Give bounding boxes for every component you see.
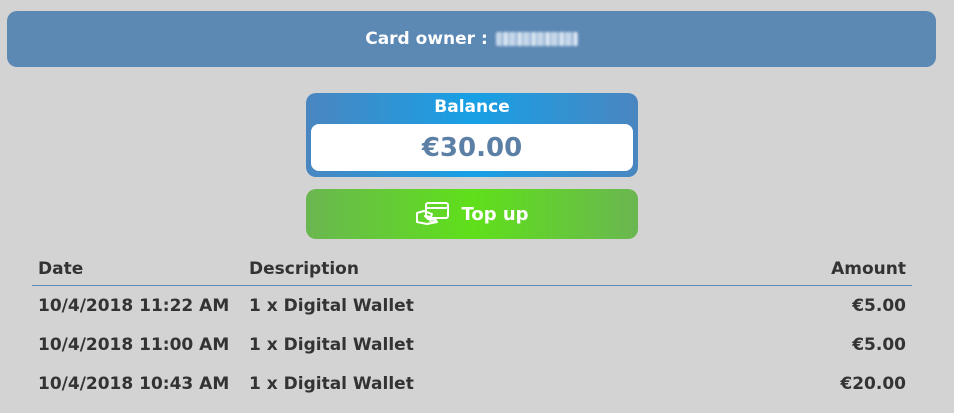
column-header-amount: Amount bbox=[691, 253, 912, 286]
column-header-description: Description bbox=[243, 253, 692, 286]
balance-title: Balance bbox=[434, 97, 510, 117]
cell-description: 1 x Digital Wallet bbox=[249, 295, 414, 316]
table-row: 10/4/2018 11:22 AM 1 x Digital Wallet €5… bbox=[32, 286, 912, 326]
cell-amount: €5.00 bbox=[852, 295, 906, 316]
transactions-table: Date Description Amount 10/4/2018 11:22 … bbox=[32, 253, 912, 403]
table-row: 10/4/2018 11:00 AM 1 x Digital Wallet €5… bbox=[32, 325, 912, 364]
cell-description: 1 x Digital Wallet bbox=[249, 334, 414, 355]
cell-amount: €5.00 bbox=[852, 334, 906, 355]
table-row: 10/4/2018 10:43 AM 1 x Digital Wallet €2… bbox=[32, 364, 912, 403]
cell-date: 10/4/2018 11:22 AM bbox=[38, 295, 230, 316]
card-payment-icon bbox=[415, 201, 451, 227]
balance-card: Balance €30.00 bbox=[306, 93, 638, 177]
card-owner-bar: Card owner : bbox=[7, 11, 936, 67]
cell-date: 10/4/2018 10:43 AM bbox=[38, 373, 230, 394]
top-up-button[interactable]: Top up bbox=[306, 189, 638, 239]
top-up-label: Top up bbox=[461, 203, 529, 225]
balance-value: €30.00 bbox=[421, 132, 523, 163]
transactions-header-row: Date Description Amount bbox=[32, 253, 912, 286]
card-owner-label: Card owner : bbox=[365, 29, 488, 49]
card-owner-name-redacted bbox=[495, 32, 578, 46]
cell-description: 1 x Digital Wallet bbox=[249, 373, 414, 394]
balance-value-box: €30.00 bbox=[311, 124, 633, 171]
cell-date: 10/4/2018 11:00 AM bbox=[38, 334, 230, 355]
cell-amount: €20.00 bbox=[840, 373, 906, 394]
column-header-date: Date bbox=[32, 253, 243, 286]
